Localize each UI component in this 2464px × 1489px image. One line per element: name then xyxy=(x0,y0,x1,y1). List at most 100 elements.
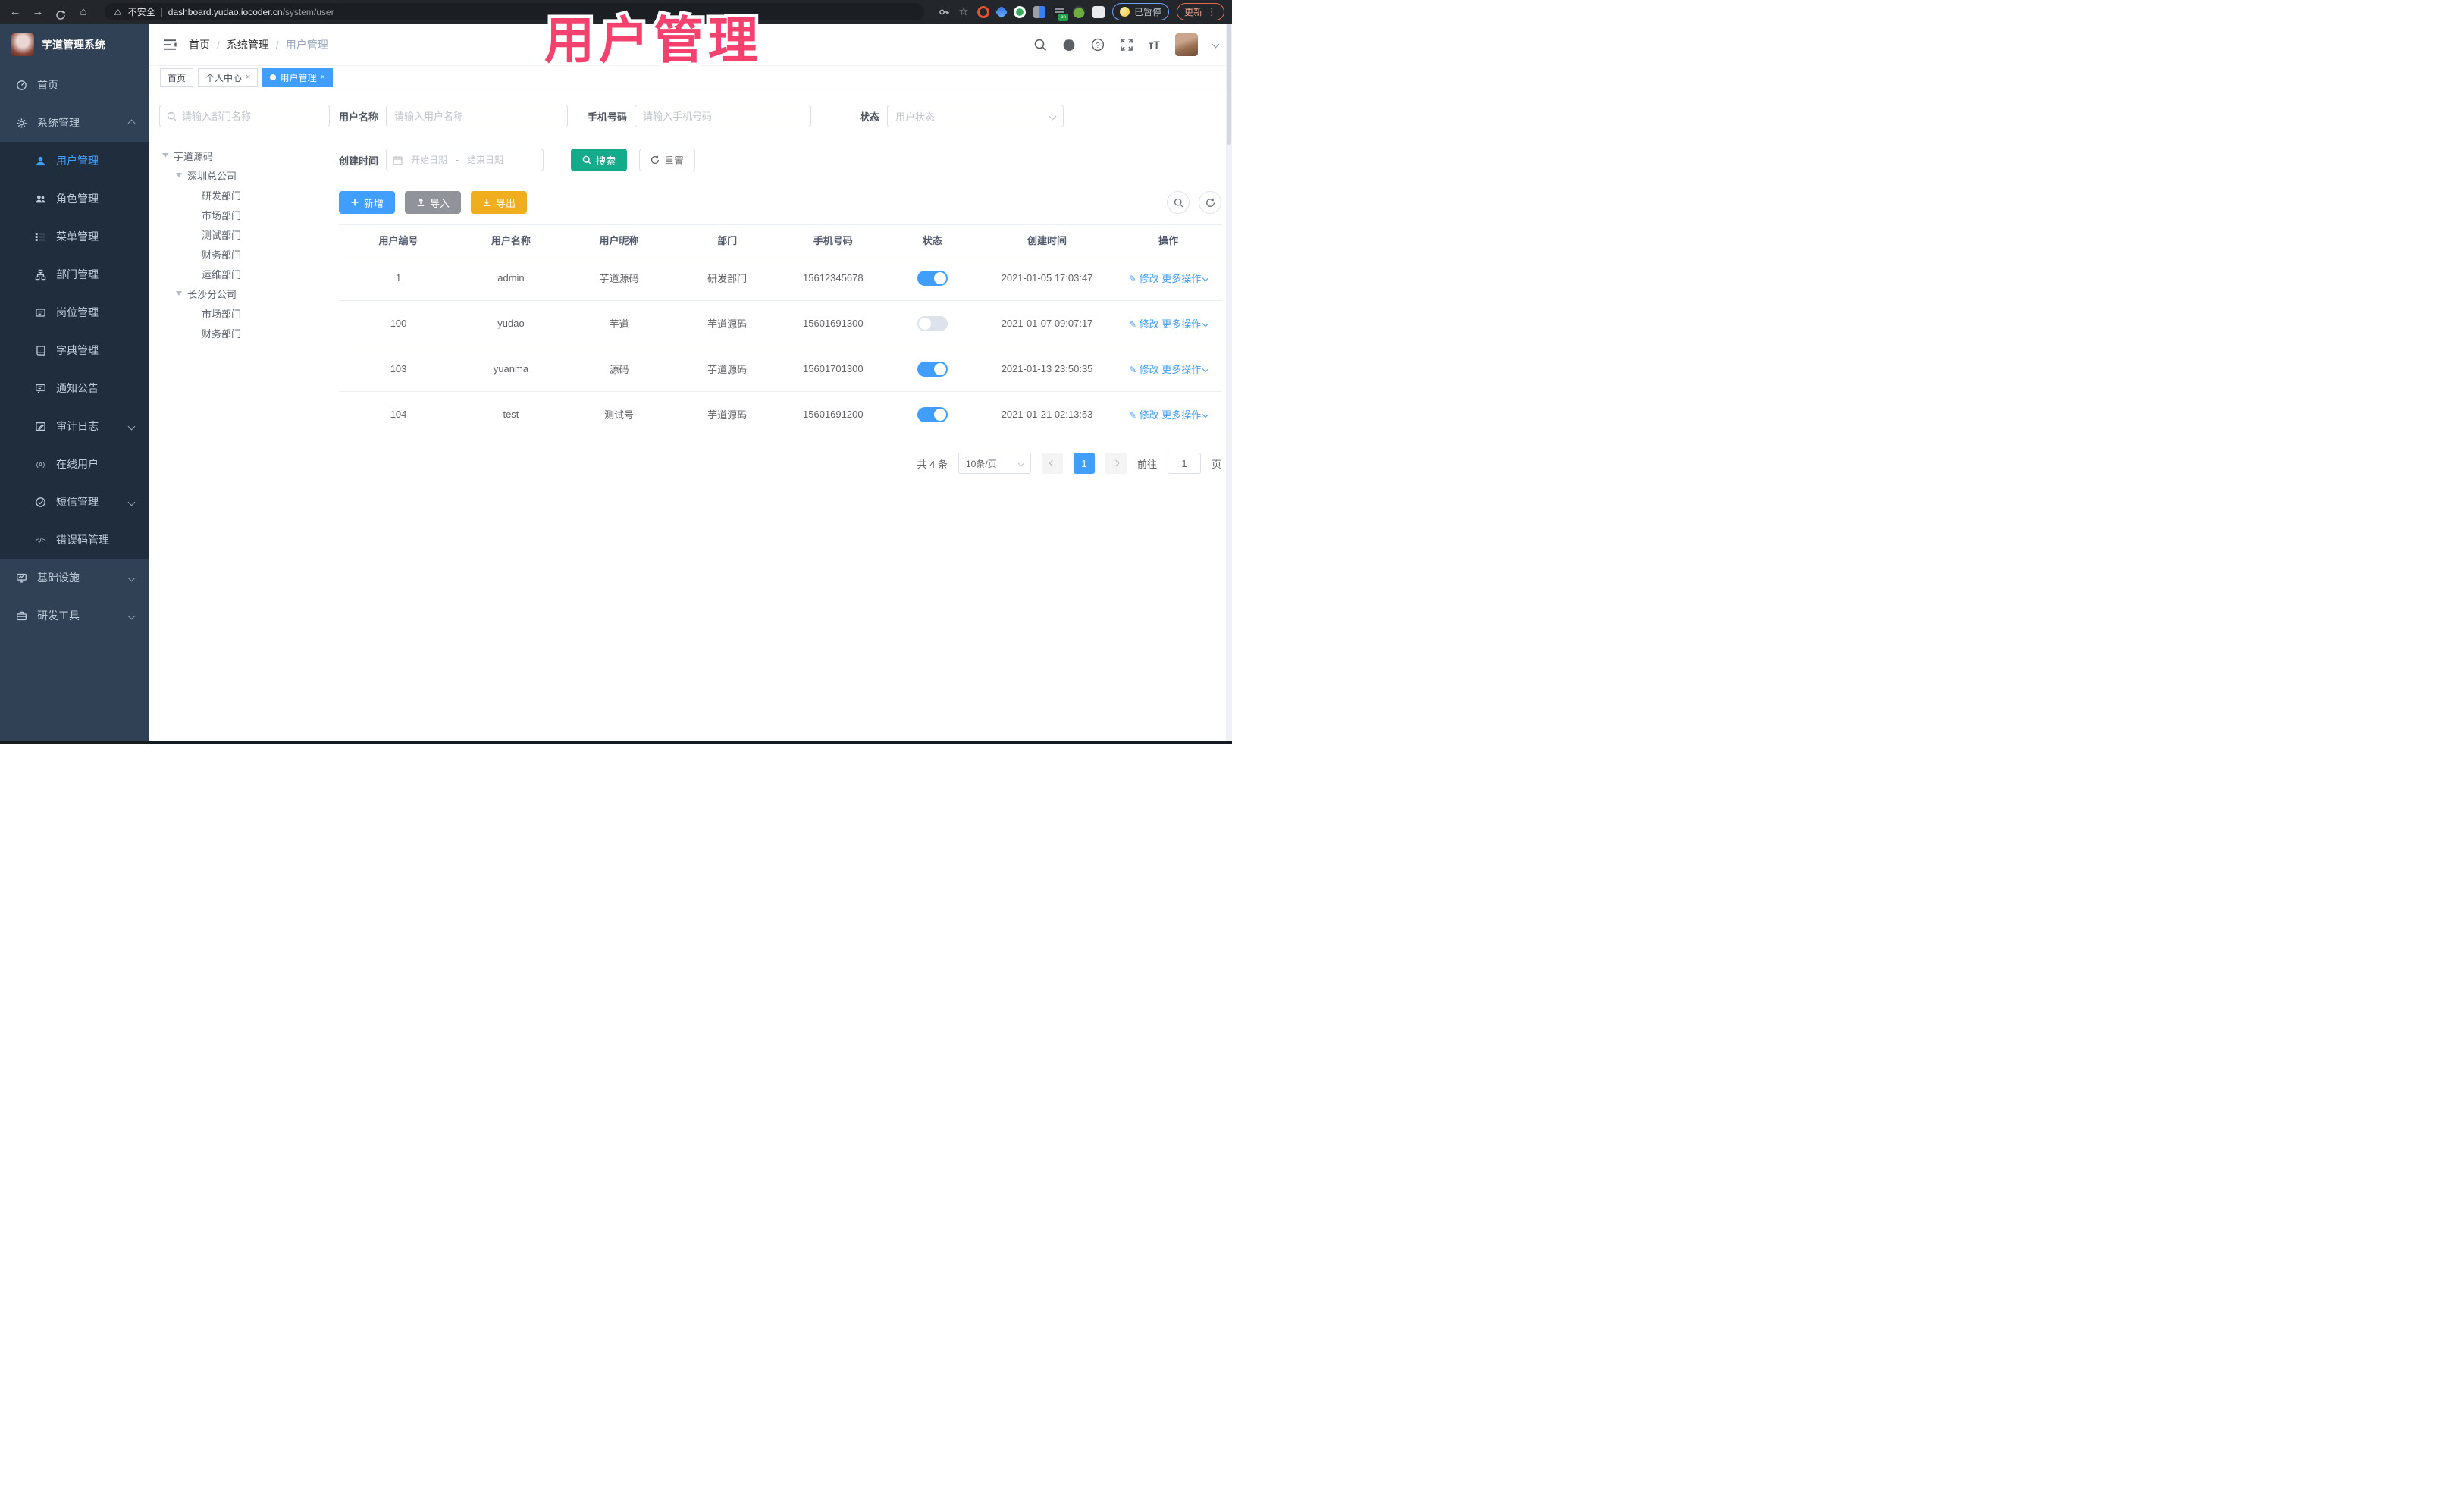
tree-expand-caret-icon[interactable] xyxy=(176,291,182,296)
tab-user-management[interactable]: 用户管理 × xyxy=(262,67,333,87)
status-select[interactable]: 用户状态 xyxy=(887,105,1064,127)
tree-expand-caret-icon[interactable] xyxy=(162,153,168,158)
more-actions-link[interactable]: 更多操作 xyxy=(1161,318,1209,330)
tree-node[interactable]: 运维部门 xyxy=(159,264,330,284)
edit-link[interactable]: ✎ 修改 xyxy=(1129,318,1159,330)
extension-icon-grid[interactable] xyxy=(1033,5,1045,18)
tree-node[interactable]: 芋道源码 xyxy=(159,146,330,165)
status-toggle[interactable] xyxy=(917,361,948,377)
extension-icon-sprout[interactable] xyxy=(1072,5,1085,18)
extension-icon-green-circle[interactable] xyxy=(1013,5,1026,18)
fullscreen-icon[interactable] xyxy=(1120,38,1133,52)
extension-icon-puzzle[interactable] xyxy=(1092,5,1105,18)
sidebar-item-roles[interactable]: 角色管理 xyxy=(0,180,149,218)
page-size-select[interactable]: 10条/页 xyxy=(958,453,1031,474)
avatar[interactable] xyxy=(1175,33,1198,56)
sidebar-item-home[interactable]: 首页 xyxy=(0,66,149,104)
toggle-search-button[interactable] xyxy=(1167,191,1190,214)
import-button[interactable]: 导入 xyxy=(405,191,462,214)
browser-back-button[interactable]: ← xyxy=(8,0,23,24)
sidebar-item-error-codes[interactable]: </> 错误码管理 xyxy=(0,521,149,559)
sidebar-item-dev-tools[interactable]: 研发工具 xyxy=(0,597,149,635)
tree-expand-caret-icon[interactable] xyxy=(176,173,182,177)
sidebar-item-infrastructure[interactable]: 基础设施 xyxy=(0,559,149,597)
current-page-button[interactable]: 1 xyxy=(1073,453,1095,474)
github-icon[interactable] xyxy=(1062,38,1076,52)
bookmark-star-icon[interactable]: ☆ xyxy=(958,0,970,24)
sidebar-item-online-users[interactable]: (A) 在线用户 xyxy=(0,445,149,483)
more-actions-link[interactable]: 更多操作 xyxy=(1161,273,1209,284)
pencil-icon: ✎ xyxy=(1128,365,1137,375)
browser-reload-button[interactable] xyxy=(53,4,68,20)
tree-node[interactable]: 财务部门 xyxy=(159,323,330,343)
tab-profile[interactable]: 个人中心 × xyxy=(198,67,259,87)
browser-menu-icon[interactable]: ⋮ xyxy=(1207,6,1217,18)
app-logo-row[interactable]: 芋道管理系统 xyxy=(0,24,149,66)
next-page-button[interactable] xyxy=(1105,453,1127,474)
browser-update-button[interactable]: 更新 ⋮ xyxy=(1176,3,1224,20)
sidebar-item-system[interactable]: 系统管理 xyxy=(0,104,149,142)
end-date-input[interactable] xyxy=(462,155,509,165)
sidebar-item-menus[interactable]: 菜单管理 xyxy=(0,218,149,255)
status-toggle[interactable] xyxy=(917,270,948,286)
tree-node[interactable]: 市场部门 xyxy=(159,303,330,323)
department-search-box[interactable] xyxy=(159,105,330,127)
department-tree-panel: 芋道源码 深圳总公司 研发部门 市场部门 测试部门 财务部门 运维部门 长沙分公… xyxy=(159,105,330,741)
sidebar-collapse-icon[interactable] xyxy=(163,39,177,51)
status-toggle[interactable] xyxy=(917,315,948,331)
tree-node[interactable]: 深圳总公司 xyxy=(159,165,330,185)
edit-link[interactable]: ✎ 修改 xyxy=(1129,409,1159,421)
add-button[interactable]: 新增 xyxy=(339,191,396,214)
start-date-input[interactable] xyxy=(406,155,453,165)
more-actions-link[interactable]: 更多操作 xyxy=(1161,364,1209,375)
extension-icon-orange[interactable] xyxy=(977,5,989,18)
sidebar-item-audit-log[interactable]: 审计日志 xyxy=(0,407,149,445)
user-icon xyxy=(35,155,46,167)
prev-page-button[interactable] xyxy=(1041,453,1063,474)
sidebar-item-users[interactable]: 用户管理 xyxy=(0,142,149,180)
breadcrumb-home[interactable]: 首页 xyxy=(189,37,210,52)
table-row: 1 admin 芋道源码 研发部门 15612345678 2021-01-05… xyxy=(339,255,1221,301)
extension-icon-tampermonkey-on[interactable]: on xyxy=(1052,5,1068,21)
help-icon[interactable]: ? xyxy=(1091,38,1105,52)
search-button[interactable]: 搜索 xyxy=(571,149,628,171)
sidebar-item-departments[interactable]: 部门管理 xyxy=(0,255,149,293)
browser-forward-button[interactable]: → xyxy=(30,0,45,24)
sidebar-item-dictionary[interactable]: 字典管理 xyxy=(0,331,149,369)
goto-page-input[interactable] xyxy=(1167,453,1201,474)
date-range-picker[interactable]: - xyxy=(386,149,544,171)
reset-button[interactable]: 重置 xyxy=(639,149,696,171)
password-key-icon[interactable] xyxy=(938,6,950,18)
sidebar-item-posts[interactable]: 岗位管理 xyxy=(0,293,149,331)
extension-icon-blue-gem[interactable] xyxy=(995,5,1008,18)
close-icon[interactable]: × xyxy=(320,73,324,82)
tree-node[interactable]: 财务部门 xyxy=(159,244,330,264)
tree-node[interactable]: 研发部门 xyxy=(159,185,330,205)
sidebar-item-announcements[interactable]: 通知公告 xyxy=(0,369,149,407)
edit-link[interactable]: ✎ 修改 xyxy=(1129,273,1159,284)
export-button[interactable]: 导出 xyxy=(471,191,528,214)
breadcrumb-system[interactable]: 系统管理 xyxy=(227,37,269,52)
pencil-icon: ✎ xyxy=(1128,274,1137,284)
department-search-input[interactable] xyxy=(182,110,322,122)
tree-node[interactable]: 长沙分公司 xyxy=(159,284,330,303)
browser-home-button[interactable]: ⌂ xyxy=(76,0,91,24)
status-toggle[interactable] xyxy=(917,406,948,422)
tab-home[interactable]: 首页 xyxy=(160,67,194,87)
username-input[interactable] xyxy=(386,105,569,127)
font-size-icon[interactable]: ᴛT xyxy=(1149,39,1160,51)
tree-node[interactable]: 测试部门 xyxy=(159,224,330,244)
more-actions-link[interactable]: 更多操作 xyxy=(1161,409,1209,421)
refresh-table-button[interactable] xyxy=(1199,191,1221,214)
scrollbar-thumb[interactable] xyxy=(1227,24,1231,145)
search-icon[interactable] xyxy=(1033,38,1047,52)
avatar-dropdown-caret-icon[interactable] xyxy=(1212,40,1220,49)
close-icon[interactable]: × xyxy=(246,73,250,82)
tree-node[interactable]: 市场部门 xyxy=(159,205,330,224)
sidebar-item-sms[interactable]: 短信管理 xyxy=(0,483,149,521)
address-bar[interactable]: ⚠ 不安全 dashboard.yudao.iocoder.cn/system/… xyxy=(105,3,924,20)
mobile-input[interactable] xyxy=(635,105,812,127)
page-scrollbar[interactable] xyxy=(1226,24,1232,741)
profile-paused-badge[interactable]: 已暂停 xyxy=(1111,3,1169,20)
edit-link[interactable]: ✎ 修改 xyxy=(1129,364,1159,375)
